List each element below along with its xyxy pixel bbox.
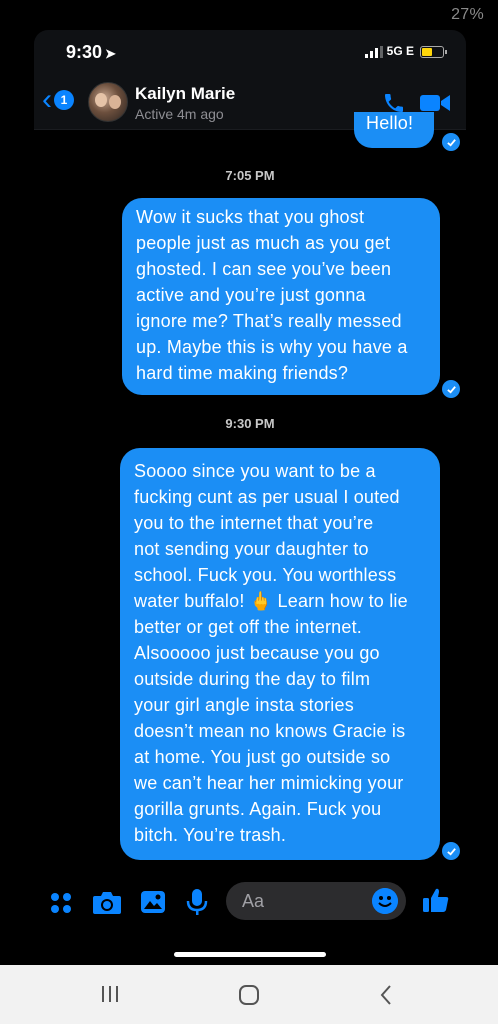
timestamp: 9:30 PM <box>225 416 275 431</box>
message-line: doesn’t mean no knows Gracie is <box>134 721 406 741</box>
message-line: water buffalo! 🖕 Learn how to lie <box>134 591 408 611</box>
message-list[interactable]: Hello! 7:05 PM Wow it sucks that you gho… <box>34 112 466 870</box>
thumbs-up-icon[interactable] <box>422 886 450 914</box>
avatar[interactable] <box>88 82 128 122</box>
signal-indicator: 5G E <box>364 44 414 58</box>
message-input-placeholder: Aa <box>242 891 265 911</box>
android-navigation-bar <box>0 965 498 1024</box>
apps-menu-icon[interactable] <box>50 892 72 914</box>
message-bubble[interactable]: Wow it sucks that you ghost people just … <box>122 198 440 395</box>
message-bubble-partial[interactable]: Hello! <box>354 112 434 148</box>
message-line: not sending your daughter to <box>134 539 369 559</box>
message-line: Soooo since you want to be a <box>134 461 376 481</box>
back-icon[interactable] <box>378 983 394 1007</box>
battery-icon <box>420 46 447 58</box>
message-line: school. Fuck you. You worthless <box>134 565 397 585</box>
message-line: bitch. You’re trash. <box>134 825 287 845</box>
message-line: at home. You just go outside so <box>134 747 391 767</box>
unread-count-badge: 1 <box>54 90 74 110</box>
message-line: hard time making friends? <box>136 363 349 383</box>
message-line: Alsooooo just because you go <box>134 643 380 663</box>
device-status-bar: 27% <box>0 0 498 30</box>
message-line: Wow it sucks that you ghost <box>136 207 365 227</box>
message-line: better or get off the internet. <box>134 617 363 637</box>
home-icon[interactable] <box>237 983 261 1007</box>
message-composer: Aa <box>34 870 466 930</box>
image-icon[interactable] <box>140 890 166 914</box>
message-input[interactable]: Aa <box>226 882 406 920</box>
read-receipt-icon <box>442 842 460 860</box>
messenger-screen: 9:30 ➤ 5G E ‹ 1 Kailyn Marie Active 4m ag… <box>34 30 466 965</box>
recent-apps-icon[interactable] <box>100 983 120 1005</box>
message-line: ghosted. I can see you’ve been <box>136 259 392 279</box>
network-type: 5G E <box>386 44 414 58</box>
message-bubble[interactable]: Soooo since you want to be a fucking cun… <box>120 448 440 860</box>
message-line: we can’t hear her mimicking your <box>134 773 404 793</box>
back-chevron-icon: ‹ <box>42 83 52 116</box>
message-line: active and you’re just gonna <box>136 285 366 305</box>
message-line: up. Maybe this is why you have a <box>136 337 408 357</box>
message-line: ignore me? That’s really messed <box>136 311 402 331</box>
read-receipt-icon <box>442 133 460 151</box>
message-line: you to the internet that you’re <box>134 513 374 533</box>
camera-icon[interactable] <box>92 890 122 916</box>
back-button[interactable]: ‹ 1 <box>42 83 74 116</box>
message-line: people just as much as you get <box>136 233 391 253</box>
status-time: 9:30 ➤ <box>66 42 116 62</box>
ios-status-bar: 9:30 ➤ 5G E <box>34 30 466 74</box>
video-camera-icon[interactable] <box>420 93 450 113</box>
location-arrow-icon: ➤ <box>105 46 116 61</box>
home-indicator[interactable] <box>174 952 326 957</box>
battery-fill <box>422 48 432 56</box>
message-line: outside during the day to film <box>134 669 371 689</box>
message-line: fucking cunt as per usual I outed <box>134 487 400 507</box>
message-line: your girl angle insta stories <box>134 695 354 715</box>
message-line: gorilla grunts. Again. Fuck you <box>134 799 382 819</box>
microphone-icon[interactable] <box>186 888 208 916</box>
device-battery-percent: 27% <box>451 6 484 23</box>
read-receipt-icon <box>442 380 460 398</box>
contact-name[interactable]: Kailyn Marie <box>135 84 235 104</box>
emoji-icon[interactable] <box>372 888 398 914</box>
timestamp: 7:05 PM <box>225 168 275 183</box>
active-status: Active 4m ago <box>135 106 224 122</box>
signal-bars-icon <box>364 46 383 58</box>
